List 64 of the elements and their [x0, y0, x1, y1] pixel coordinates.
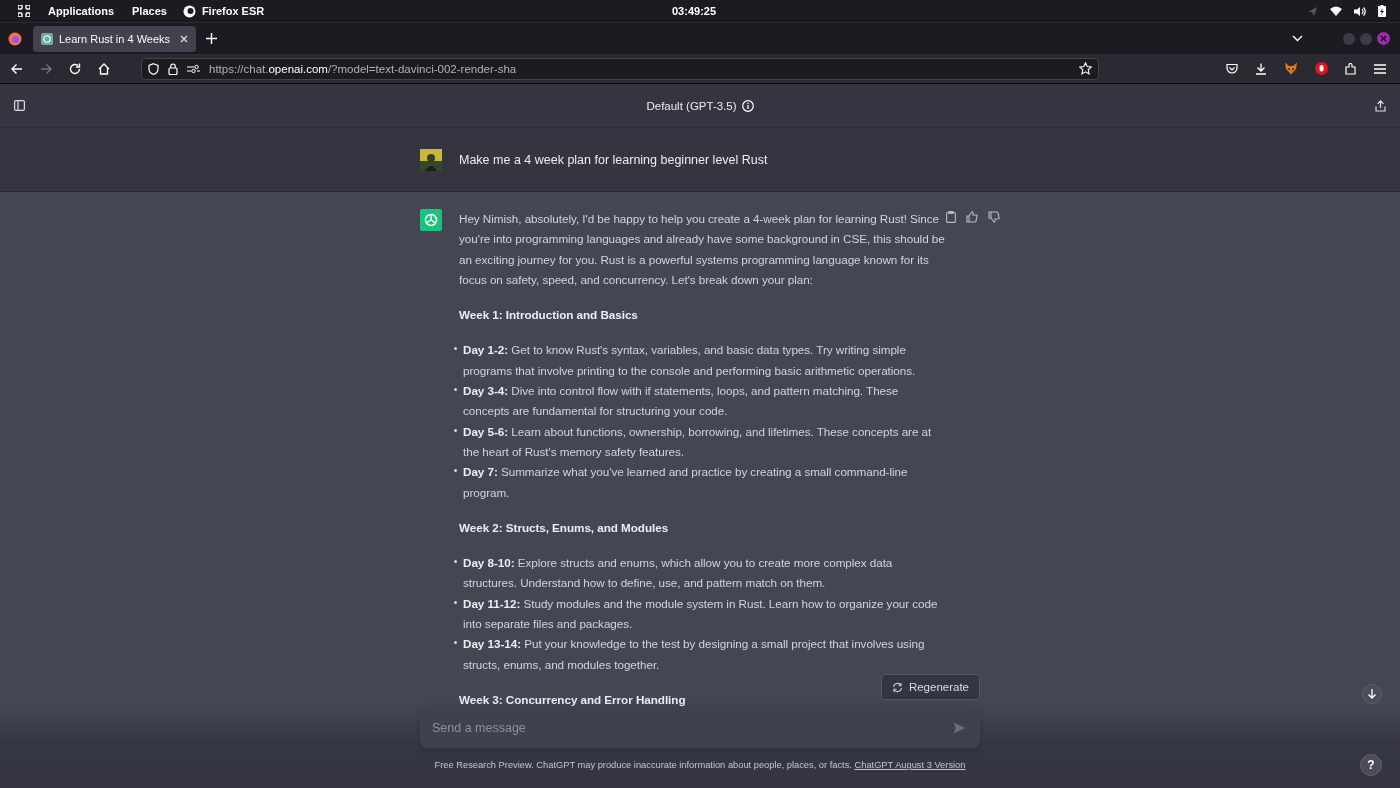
download-icon[interactable]	[1255, 62, 1267, 75]
menu-item[interactable]: Places	[132, 5, 167, 17]
chevron-down-icon[interactable]	[1292, 35, 1303, 42]
reload-icon[interactable]	[69, 62, 81, 75]
wifi-icon[interactable]	[1330, 6, 1342, 16]
list-item: Day 3-4: Dive into control flow with if statements, loops, and pattern matching. These concepts are fundamental for structuring your code.	[463, 383, 900, 420]
share-icon[interactable]	[1375, 99, 1386, 112]
new-tab-icon[interactable]	[206, 33, 217, 44]
clock: 03:49:25	[672, 5, 717, 17]
week-heading: Week 3: Concurrency and Error Handling	[459, 691, 686, 708]
firefox-icon[interactable]	[8, 31, 22, 46]
message-input[interactable]: Send a message	[420, 708, 980, 748]
week-heading: Week 2: Structs, Enums, and Modules	[459, 519, 669, 536]
refresh-icon	[891, 681, 903, 693]
thumbs-up-icon[interactable]	[966, 211, 978, 223]
clipboard-icon[interactable]	[946, 211, 956, 223]
menu-icon[interactable]	[1374, 63, 1386, 74]
bullet-dot	[454, 560, 457, 564]
firefox-icon	[182, 4, 196, 18]
lock-icon[interactable]	[168, 62, 178, 75]
home-icon[interactable]	[98, 62, 110, 75]
bullet-dot	[454, 600, 457, 604]
permissions-icon[interactable]	[187, 63, 200, 74]
week-heading: Week 1: Introduction and Basics	[459, 307, 638, 324]
reply-paragraph: Hey Nimish, absolutely, I'd be happy to help you create a 4-week plan for learning Rust! Since you're into programming languages and already have some background in CSE, this should be an exciting journey for you. Rust is a powerful systems programming language known for its focus on safety, speed, and concurrency. Let's break down your plan:	[459, 211, 945, 288]
menu-item[interactable]: Firefox ESR	[201, 5, 265, 17]
volume-icon[interactable]	[1354, 5, 1366, 17]
list-item: Day 1-2: Get to know Rust's syntax, variables, and basic data types. Try writing simple programs that involve printing to the console and performing basic arithmetic operations.	[463, 342, 917, 379]
help-button[interactable]: ?	[1360, 754, 1382, 776]
bullet-dot	[454, 641, 457, 645]
shield-icon[interactable]	[148, 62, 159, 75]
close-icon[interactable]	[1377, 32, 1390, 45]
list-item: Day 11-12: Study modules and the module system in Rust. Learn how to organize your code into separate files and packages.	[463, 595, 939, 633]
close-icon[interactable]	[180, 34, 188, 43]
sidebar-toggle-icon[interactable]	[14, 100, 25, 111]
star-icon[interactable]	[1079, 62, 1092, 75]
regenerate-button[interactable]: Regenerate	[880, 674, 980, 700]
pocket-icon[interactable]	[1226, 62, 1238, 75]
menu-item[interactable]: Applications	[48, 5, 114, 17]
thumbs-down-icon[interactable]	[988, 211, 1000, 223]
bullet-dot	[454, 347, 457, 351]
list-item: Day 5-6: Learn about functions, ownership, borrowing, and lifetimes. These concepts are at the heart of Rust's memory safety features.	[463, 423, 933, 460]
app-grid-icon[interactable]	[18, 5, 30, 17]
address-bar[interactable]: https://chat.openai.com/?model=text-davinci-002-render-sha	[141, 57, 1099, 80]
info-icon[interactable]	[741, 99, 754, 112]
back-arrow-icon[interactable]	[11, 62, 23, 75]
bullet-dot	[454, 469, 457, 473]
url-text: https://chat.openai.com/?model=text-davinci-002-render-sha	[209, 62, 517, 75]
disclaimer-text: Free Research Preview. ChatGPT may produce inaccurate information about people, places, or facts. ChatGPT August 3 Version	[433, 760, 967, 770]
list-item: Day 13-14: Put your knowledge to the test by designing a small project that involves using structs, enums, and modules together.	[463, 636, 926, 673]
list-item: Day 7: Summarize what you've learned and practice by creating a small command-line program.	[463, 464, 909, 501]
model-name: Default (GPT-3.5)	[646, 99, 737, 112]
user-message: Make me a 4 week plan for learning beginner level Rust	[459, 151, 768, 169]
version-link[interactable]: ChatGPT August 3 Version	[854, 760, 966, 770]
list-item: Day 8-10: Explore structs and enums, which allow you to create more complex data structures. Understand how to define, use, and pattern match on them.	[463, 555, 894, 592]
fox-icon[interactable]	[1284, 62, 1298, 75]
puzzle-icon[interactable]	[1345, 62, 1357, 75]
forward-arrow-icon[interactable]	[40, 62, 52, 75]
user-avatar	[420, 148, 442, 171]
bullet-dot	[454, 428, 457, 432]
battery-icon[interactable]	[1378, 5, 1386, 17]
scroll-down-icon[interactable]	[1362, 684, 1382, 704]
bullet-dot	[454, 388, 457, 392]
browser-tab[interactable]: Learn Rust in 4 Weeks	[33, 25, 196, 52]
